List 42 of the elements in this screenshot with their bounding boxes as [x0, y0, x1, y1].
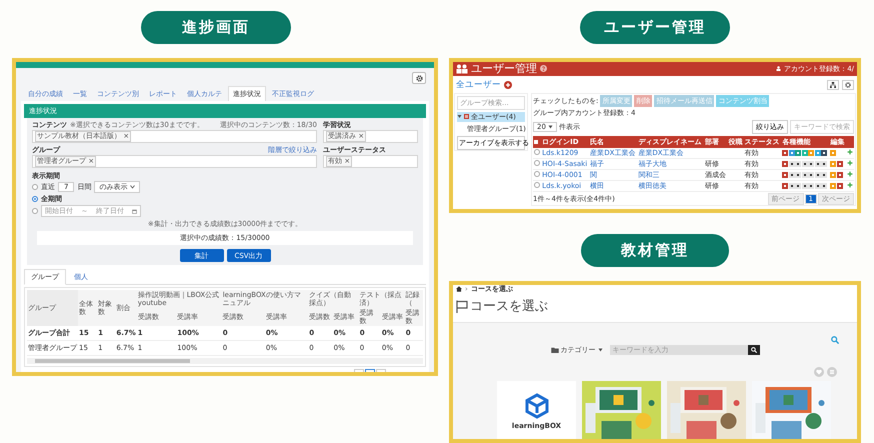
plus-icon[interactable] [846, 148, 853, 155]
caret-icon [598, 348, 602, 352]
caret-icon[interactable] [457, 114, 462, 120]
section-heading: 教材管理 [581, 234, 729, 268]
folder-icon [550, 347, 558, 354]
calendar-icon [132, 208, 137, 214]
home-icon[interactable] [456, 286, 462, 292]
plus-icon[interactable] [846, 170, 853, 177]
settings-icon [416, 74, 422, 82]
search-button[interactable] [748, 345, 760, 356]
radio-button[interactable] [32, 184, 38, 190]
group-icon [464, 114, 469, 120]
page-title: ユーザー管理 [471, 62, 537, 76]
users-icon [456, 64, 468, 74]
plus-icon[interactable] [846, 160, 853, 166]
section-heading: 進捗画面 [141, 11, 291, 44]
settings-button[interactable] [842, 80, 854, 90]
scrollbar[interactable] [27, 358, 423, 364]
search-icon[interactable] [831, 336, 839, 344]
cube-logo-icon [524, 392, 548, 419]
row-radio[interactable] [534, 160, 540, 166]
select-all-checkbox[interactable] [534, 140, 538, 144]
page-title: コースを選ぶ [470, 298, 548, 316]
heading-text: 全ユーザー [456, 78, 501, 91]
flag-icon [456, 300, 468, 313]
row-radio[interactable] [534, 182, 540, 188]
radio-button[interactable] [32, 208, 38, 214]
caret-icon [548, 124, 553, 129]
user-icon [776, 66, 782, 72]
section-heading: ユーザー管理 [580, 11, 730, 44]
radio-button[interactable] [32, 196, 38, 202]
hierarchy-icon [830, 82, 836, 88]
row-radio[interactable] [534, 148, 540, 155]
settings-button[interactable] [412, 72, 426, 84]
plus-icon[interactable] [846, 182, 853, 188]
caret-icon [130, 185, 136, 189]
add-icon[interactable] [504, 80, 512, 89]
row-radio[interactable] [534, 170, 540, 177]
hierarchy-button[interactable] [827, 80, 839, 90]
settings-icon [845, 82, 851, 88]
search-icon [750, 347, 756, 354]
help-icon[interactable] [540, 65, 547, 72]
